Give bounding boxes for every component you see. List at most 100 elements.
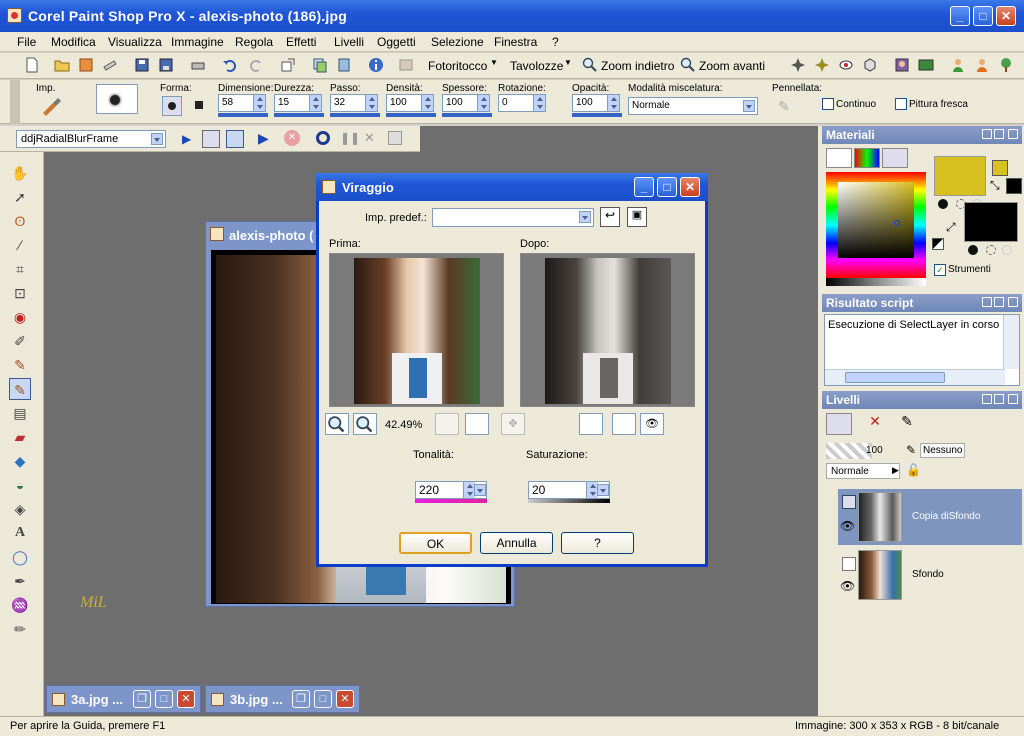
pittura-fresca-checkbox[interactable] [895,98,907,110]
saturazione-slider[interactable] [528,499,610,503]
run-script-icon[interactable]: ▶ [182,132,191,146]
menu-finestra[interactable]: Finestra [494,35,537,49]
change-to-target-icon[interactable]: ◈ [9,498,31,520]
menu-modifica[interactable]: Modifica [51,35,96,49]
vertical-scrollbar[interactable] [1003,315,1019,369]
dropper-tool-icon[interactable]: ⁄ [9,234,31,256]
new-layer-icon[interactable] [826,413,852,435]
layer-blend-select[interactable]: Normale [826,463,900,479]
oil-brush-tool-icon[interactable]: ✏ [9,618,31,640]
fit-preview-icon[interactable] [435,413,459,435]
tonalita-slider[interactable] [415,499,487,503]
stroke-icon[interactable]: ✎ [778,98,798,116]
menu-effetti[interactable]: Effetti [286,35,316,49]
brush-preview[interactable] [96,84,138,114]
pause-icon[interactable]: ❚❚ [340,131,360,145]
minimize-button[interactable]: _ [950,6,970,26]
zoom-actual-icon[interactable] [465,413,489,435]
browse-icon[interactable] [76,55,96,75]
minimized-window-3a[interactable]: 3a.jpg ... ❐ □ ✕ [46,685,201,713]
resize-icon[interactable] [278,55,298,75]
menu-selezione[interactable]: Selezione [431,35,484,49]
save-icon[interactable] [132,55,152,75]
copy-icon[interactable] [310,55,330,75]
new-icon[interactable] [22,55,42,75]
zoom-out-preview-icon[interactable] [325,413,349,435]
dialog-close-button[interactable]: ✕ [680,177,700,197]
preview-eye-icon[interactable]: 👁 [640,413,664,435]
dimensione-field[interactable]: 58 [218,94,266,112]
warp-brush-tool-icon[interactable]: ♒ [9,594,31,616]
menu-visualizza[interactable]: Visualizza [108,35,162,49]
record-icon[interactable] [316,131,330,145]
person-tree-icon[interactable] [996,55,1016,75]
text-tool-icon[interactable]: A [9,522,31,544]
spessore-slider[interactable] [442,113,492,117]
color-wheel[interactable] [826,172,926,278]
brush-preset-icon[interactable] [40,96,64,116]
spessore-field[interactable]: 100 [442,94,490,112]
red-eye-icon[interactable] [836,55,856,75]
horizontal-scrollbar[interactable] [825,369,1005,385]
pin-icon[interactable] [982,297,992,307]
background-color[interactable] [964,202,1018,242]
small-foreground-swatch[interactable] [992,160,1008,176]
menu-oggetti[interactable]: Oggetti [377,35,416,49]
visibility-eye-icon[interactable]: 👁 [840,579,855,593]
zoom-in-button[interactable]: Zoom avanti [699,59,765,73]
restore-button[interactable]: ❐ [133,690,151,708]
maximize-button[interactable]: □ [973,6,993,26]
auto-proof-icon[interactable] [612,413,636,435]
annulla-button[interactable]: Annulla [480,532,553,554]
edit-script-icon[interactable] [202,130,220,148]
menu-file[interactable]: File [17,35,36,49]
panel-close-icon[interactable] [1008,129,1018,139]
minimized-window-3b[interactable]: 3b.jpg ... ❐ □ ✕ [205,685,360,713]
frame-tab-icon[interactable] [826,148,852,168]
tonalita-field[interactable]: 220 [415,481,487,499]
tavolozze-menu[interactable]: Tavolozze [510,59,563,73]
foreground-color[interactable] [934,156,986,196]
densita-field[interactable]: 100 [386,94,434,112]
toggle-interactive-icon[interactable] [226,130,244,148]
portrait-icon[interactable] [892,55,912,75]
layer-row-copia[interactable]: 👁 Copia diSfondo [838,489,1022,545]
pen-tool-icon[interactable]: ✒ [9,570,31,592]
save-preset-icon[interactable]: ▣ [627,207,647,227]
continuo-checkbox[interactable] [822,98,834,110]
makeover-tool-icon[interactable]: ✐ [9,330,31,352]
crop-tool-icon[interactable]: ⌗ [9,258,31,280]
rotazione-field[interactable]: 0 [498,94,546,112]
run-dialog-icon[interactable]: ▶ [258,130,276,148]
script-select[interactable]: ddjRadialBlurFrame [16,130,166,148]
scan-icon[interactable] [100,55,120,75]
menu-livelli[interactable]: Livelli [334,35,364,49]
paste-icon[interactable] [334,55,354,75]
stop-script-icon[interactable]: ✕ [284,130,300,146]
zoom-in-icon[interactable] [680,57,696,73]
rainbow-tab-icon[interactable] [854,148,880,168]
opacita-field[interactable]: 100 [572,94,620,112]
zoom-out-button[interactable]: Zoom indietro [601,59,674,73]
layer-mask-icon[interactable]: ✎ [896,413,918,435]
ok-button[interactable]: OK [399,532,472,554]
fill-tool-icon[interactable]: ◆ [9,450,31,472]
after-preview[interactable] [520,253,695,407]
preset-shape-tool-icon[interactable]: ◯ [9,546,31,568]
passo-slider[interactable] [330,113,380,117]
menu-help[interactable]: ? [552,35,559,49]
dialog-maximize-button[interactable]: □ [657,177,677,197]
blend-mode-select[interactable]: Normale [628,97,758,115]
paint-brush-tool-icon[interactable]: ✎ [9,378,31,400]
delete-layer-icon[interactable]: ✕ [864,413,886,435]
lock-icon[interactable]: 🔓 [906,463,921,477]
picture-tube-tool-icon[interactable]: ◒ [9,474,31,496]
pan-preview-icon[interactable]: ✥ [501,413,525,435]
pick-tool-icon[interactable]: ➚ [9,186,31,208]
dialog-minimize-button[interactable]: _ [634,177,654,197]
zoom-in-preview-icon[interactable] [353,413,377,435]
swatch-tab-icon[interactable] [882,148,908,168]
lasso-tool-icon[interactable]: ʘ [9,210,31,232]
print-icon[interactable] [188,55,208,75]
pin-icon[interactable] [982,394,992,404]
